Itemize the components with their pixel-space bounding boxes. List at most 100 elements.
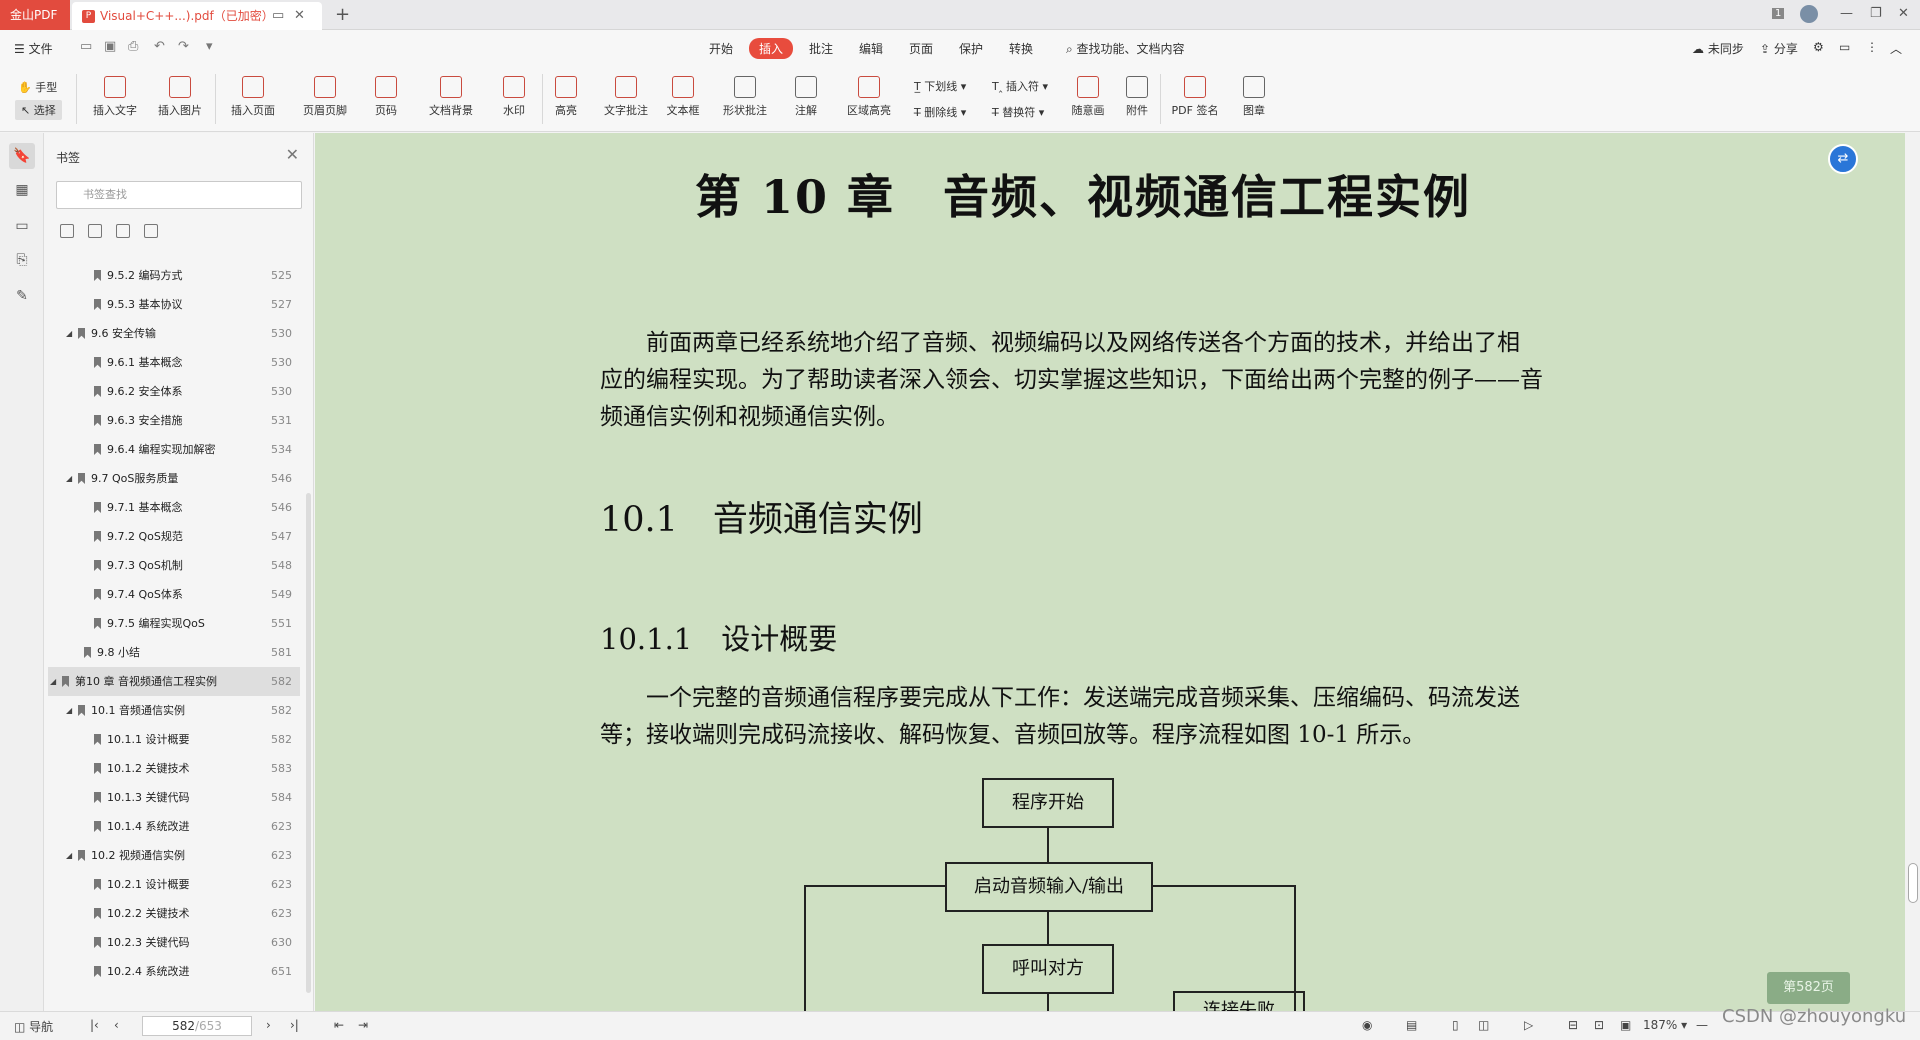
close-tab-icon[interactable]: ✕ [294, 2, 305, 30]
single-page-icon[interactable]: ▤ [1406, 1018, 1417, 1032]
expand-arrow-icon[interactable]: ◢ [50, 667, 56, 696]
doc-background-button[interactable]: 文档背景 [418, 76, 484, 118]
bookmark-item[interactable]: 10.1.4 系统改进 623 [48, 812, 300, 841]
fit-width-icon[interactable]: ⊟ [1568, 1018, 1578, 1032]
bookmark-item[interactable]: ◢ 10.2 视频通信实例 623 [48, 841, 300, 870]
page-number-input[interactable]: 582/653 [142, 1016, 252, 1036]
document-scrollbar[interactable] [1905, 133, 1920, 1011]
function-search[interactable]: ⌕ 查找功能、文档内容 [1066, 40, 1185, 57]
watermark-button[interactable]: 水印 [492, 76, 536, 118]
bookmark-item[interactable]: 10.2.2 关键技术 623 [48, 899, 300, 928]
expand-arrow-icon[interactable]: ◢ [66, 841, 72, 870]
bookmark-item[interactable]: 10.2.3 关键代码 630 [48, 928, 300, 957]
tab-convert[interactable]: 转换 [1009, 40, 1033, 57]
comment-icon[interactable]: ▭ [9, 213, 35, 239]
bookmark-item[interactable]: 10.2.1 设计概要 623 [48, 870, 300, 899]
hand-tool[interactable]: ✋ 手型 [18, 79, 57, 95]
tab-annotate[interactable]: 批注 [809, 40, 833, 57]
stamp-button[interactable]: 图章 [1236, 76, 1272, 118]
print-icon[interactable]: ⎙ [128, 40, 142, 54]
collapse-all-icon[interactable] [88, 224, 102, 238]
bookmark-item[interactable]: 10.2.4 系统改进 651 [48, 957, 300, 986]
window-count-badge[interactable]: 1 [1772, 8, 1785, 19]
replace-mark-button[interactable]: T̶ 替换符 ▾ [992, 104, 1044, 120]
shape-comment-button[interactable]: 形状批注 [714, 76, 776, 118]
add-bookmark-icon[interactable] [116, 224, 130, 238]
bookmark-item[interactable]: 9.6.3 安全措施 531 [48, 406, 300, 435]
pdf-sign-button[interactable]: PDF 签名 [1164, 76, 1226, 118]
close-window-icon[interactable]: ✕ [1898, 6, 1909, 21]
bookmark-item[interactable]: 9.7.2 QoS规范 547 [48, 522, 300, 551]
bookmark-item[interactable]: 9.5.3 基本协议 527 [48, 290, 300, 319]
bookmark-item[interactable]: 9.6.2 安全体系 530 [48, 377, 300, 406]
document-tab[interactable]: P Visual+C++...).pdf（已加密） ▭ ✕ [72, 2, 322, 30]
bookmark-item[interactable]: ◢ 第10 章 音视频通信工程实例 582 [48, 667, 300, 696]
note-button[interactable]: 注解 [786, 76, 826, 118]
tab-insert[interactable]: 插入 [749, 38, 794, 59]
bookmark-item[interactable]: ◢ 10.1 音频通信实例 582 [48, 696, 300, 725]
freehand-button[interactable]: 随意画 [1066, 76, 1110, 118]
expand-all-icon[interactable] [60, 224, 74, 238]
sync-button[interactable]: ☁ 未同步 [1692, 40, 1744, 57]
insert-page-button[interactable]: 插入页面 [222, 76, 284, 118]
prev-page-icon[interactable]: ‹ [114, 1018, 119, 1032]
continuous-icon[interactable]: ▯ [1452, 1018, 1459, 1032]
bookmark-item[interactable]: 10.1.1 设计概要 582 [48, 725, 300, 754]
next-page-icon[interactable]: › [266, 1018, 271, 1032]
header-footer-button[interactable]: 页眉页脚 [294, 76, 356, 118]
insert-image-button[interactable]: 插入图片 [152, 76, 208, 118]
app-tab[interactable]: 金山PDF [0, 0, 70, 30]
minimize-icon[interactable]: — [1840, 6, 1853, 21]
attachment-panel-icon[interactable]: ⎘ [9, 247, 35, 273]
bookmark-panel-icon[interactable]: 🔖 [9, 143, 35, 169]
bookmark-item[interactable]: 9.5.2 编码方式 525 [48, 261, 300, 290]
thumbnail-icon[interactable]: ▦ [9, 177, 35, 203]
settings-icon[interactable]: ⚙ [1813, 40, 1824, 54]
tab-start[interactable]: 开始 [709, 40, 733, 57]
bookmark-item[interactable]: 9.6.1 基本概念 530 [48, 348, 300, 377]
bookmark-item[interactable]: ◢ 9.7 QoS服务质量 546 [48, 464, 300, 493]
insert-text-button[interactable]: 插入文字 [90, 76, 140, 118]
signature-panel-icon[interactable]: ✎ [9, 283, 35, 309]
first-page-icon[interactable]: |‹ [90, 1018, 99, 1032]
new-tab-button[interactable]: + [335, 4, 350, 25]
more-icon[interactable]: ⋮ [1866, 40, 1878, 54]
bookmark-search-input[interactable]: 书签查找 [56, 181, 302, 209]
page-number-button[interactable]: 页码 [364, 76, 408, 118]
bookmark-item[interactable]: 9.6.4 编程实现加解密 534 [48, 435, 300, 464]
customize-icon[interactable]: ▾ [206, 40, 220, 54]
bookmark-item[interactable]: 10.1.2 关键技术 583 [48, 754, 300, 783]
delete-bookmark-icon[interactable] [144, 224, 158, 238]
insert-mark-button[interactable]: T‸ 插入符 ▾ [992, 78, 1048, 94]
avatar[interactable] [1800, 5, 1818, 23]
forward-icon[interactable]: ⇥ [358, 1018, 368, 1032]
collapse-ribbon-icon[interactable]: ︿ [1890, 40, 1902, 57]
scroll-thumb[interactable] [1908, 863, 1918, 903]
expand-arrow-icon[interactable]: ◢ [66, 696, 72, 725]
select-tool[interactable]: ↖ 选择 [15, 100, 62, 120]
close-icon[interactable]: ✕ [286, 145, 299, 164]
bookmark-item[interactable]: 9.7.5 编程实现QoS 551 [48, 609, 300, 638]
undo-icon[interactable]: ↶ [154, 40, 168, 54]
redo-icon[interactable]: ↷ [178, 40, 192, 54]
play-icon[interactable]: ▷ [1524, 1018, 1533, 1032]
two-page-icon[interactable]: ◫ [1478, 1018, 1489, 1032]
zoom-level[interactable]: 187% ▾ [1643, 1018, 1687, 1032]
tab-edit[interactable]: 编辑 [859, 40, 883, 57]
panel-scrollbar[interactable] [306, 493, 311, 993]
feedback-icon[interactable]: ▭ [1839, 40, 1850, 54]
zoom-out-icon[interactable]: — [1696, 1018, 1708, 1032]
highlight-button[interactable]: 高亮 [546, 76, 586, 118]
eye-protect-icon[interactable]: ◉ [1362, 1018, 1372, 1032]
share-button[interactable]: ⇪ 分享 [1760, 40, 1798, 57]
expand-arrow-icon[interactable]: ◢ [66, 319, 72, 348]
fit-page-icon[interactable]: ⊡ [1594, 1018, 1604, 1032]
area-highlight-button[interactable]: 区域高亮 [838, 76, 900, 118]
underline-button[interactable]: T̲ 下划线 ▾ [914, 78, 966, 94]
strikethrough-button[interactable]: T̶ 删除线 ▾ [914, 104, 966, 120]
save-icon[interactable]: ▣ [104, 40, 118, 54]
bookmark-item[interactable]: 9.7.4 QoS体系 549 [48, 580, 300, 609]
attachment-button[interactable]: 附件 [1120, 76, 1154, 118]
pin-icon[interactable]: ▭ [272, 2, 284, 30]
open-icon[interactable]: ▭ [80, 40, 94, 54]
